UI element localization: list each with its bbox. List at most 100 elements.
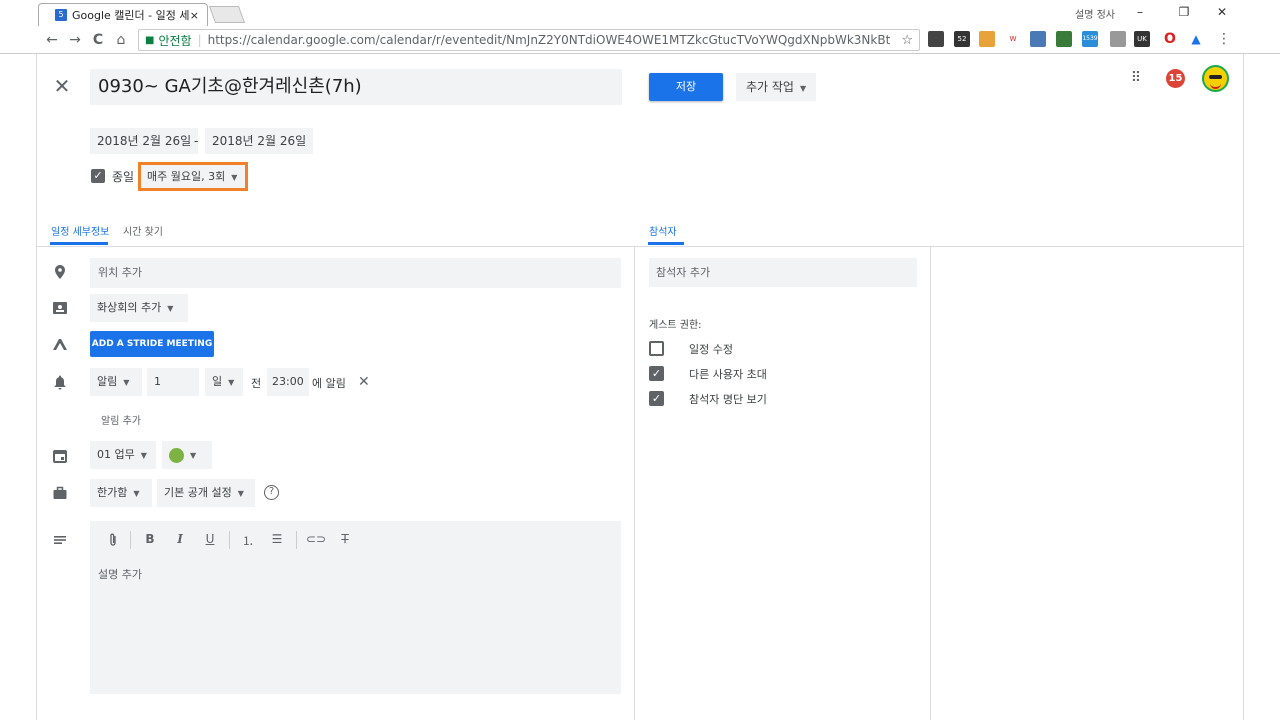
tab-close-icon[interactable]: × [190,9,199,22]
location-input[interactable]: 위치 추가 [90,258,621,288]
w-extension-icon[interactable]: w [1005,31,1021,47]
permission-label: 일정 수정 [689,343,733,356]
extension-icon[interactable] [1110,31,1126,47]
restore-icon[interactable]: ❐ [1174,2,1194,22]
url-field[interactable]: ■ 안전함 | https://calendar.google.com/cale… [138,29,920,51]
opera-extension-icon[interactable]: O [1162,31,1178,47]
extension-badge-icon[interactable]: 52 [954,31,970,47]
chevron-down-icon: ▼ [133,489,140,498]
url-text: https://calendar.google.com/calendar/r/e… [207,33,891,47]
browser-menu-icon[interactable]: ⋮ [1216,31,1232,47]
chevron-down-icon: ▼ [123,378,130,387]
end-date-field[interactable]: 2018년 2월 26일 [205,128,314,154]
add-stride-meeting-button[interactable]: ADD A STRIDE MEETING [90,331,214,357]
notification-type-value: 알림 [97,375,118,388]
extension-icon[interactable] [1056,31,1072,47]
add-conference-select[interactable]: 화상회의 추가 ▼ [90,294,188,322]
close-icon[interactable]: ✕ [52,76,72,96]
extension-uk-icon[interactable]: UK [1134,31,1150,47]
visibility-select[interactable]: 기본 공개 설정 ▼ [157,479,255,507]
underline-icon[interactable]: U [201,532,219,546]
more-actions-button[interactable]: 추가 작업 ▼ [736,73,816,101]
notification-unit-select[interactable]: 일 ▼ [205,368,243,396]
minimize-icon[interactable]: – [1130,2,1150,22]
bullet-list-icon[interactable]: ☰ [268,532,286,546]
event-title-input[interactable]: 0930~ GA기초@한겨레신촌(7h) [90,69,622,105]
forward-icon[interactable]: → [65,31,85,49]
tab-event-details[interactable]: 일정 세부정보 [51,223,109,238]
calendar-name: 01 업무 [97,448,135,461]
analytics-extension-icon[interactable] [979,31,995,47]
active-tab-indicator [648,242,684,245]
busy-status-select[interactable]: 한가함 ▼ [90,479,152,507]
extension-arrow-icon[interactable]: ▲ [1188,31,1204,47]
close-window-icon[interactable]: ✕ [1212,2,1232,22]
chevron-down-icon: ▼ [231,173,238,182]
notification-unit-value: 일 [212,375,223,388]
remove-notification-icon[interactable]: ✕ [358,374,370,390]
chevron-down-icon: ▼ [190,451,197,460]
tab-find-time[interactable]: 시간 찾기 [123,223,163,238]
clear-formatting-icon[interactable]: T [336,532,354,546]
secure-label: 안전함 [158,33,192,48]
chevron-down-icon: ▼ [799,84,807,93]
extension-icon[interactable] [928,31,944,47]
printer-extension-icon[interactable] [1030,31,1046,47]
notification-suffix-label: 에 알림 [312,377,346,390]
tab-guests[interactable]: 참석자 [649,223,677,238]
before-label: 전 [251,377,262,390]
notification-type-select[interactable]: 알림 ▼ [90,368,142,396]
permission-see-guest-list-checkbox[interactable]: ✓ [649,391,664,406]
notification-time-input[interactable]: 23:00 [267,368,309,396]
permission-label: 다른 사용자 초대 [689,368,767,381]
recurrence-value: 매주 월요일, 3회 [147,170,226,183]
chevron-down-icon: ▼ [228,378,235,387]
bold-icon[interactable]: B [141,532,159,546]
numbered-list-icon[interactable]: ⒈ [239,532,257,549]
bookmark-star-icon[interactable]: ☆ [901,33,913,48]
help-icon[interactable]: ? [264,485,279,500]
stride-logo-icon [52,336,68,352]
reload-icon[interactable]: C [88,31,108,49]
browser-user-label[interactable]: 설명 정사 [1075,6,1115,21]
all-day-checkbox[interactable]: ✓ [91,169,105,183]
toolbar-separator [130,531,131,549]
notification-amount-input[interactable]: 1 [147,368,199,396]
italic-icon[interactable]: I [171,532,189,546]
tab-title: Google 캘린더 - 일정 세 [72,9,190,22]
location-pin-icon [52,264,68,280]
toolbar-separator [296,531,297,549]
attachment-icon[interactable] [104,532,122,551]
back-icon[interactable]: ← [42,31,62,49]
chevron-down-icon: ▼ [237,489,244,498]
home-icon[interactable]: ⌂ [111,31,131,49]
apps-grid-icon[interactable]: ⠿ [1126,68,1146,88]
permission-label: 참석자 명단 보기 [689,393,767,406]
permission-modify-event-checkbox[interactable] [649,341,664,356]
description-editor[interactable] [90,521,621,694]
all-day-label: 종일 [112,170,135,184]
divider [930,247,931,720]
browser-tab[interactable]: 5 Google 캘린더 - 일정 세 × [38,3,208,26]
calendar-icon [52,448,68,464]
calendar-favicon-icon: 5 [55,9,67,21]
busy-status-value: 한가함 [97,486,128,499]
extension-count-icon[interactable]: 1539 [1082,31,1098,47]
calendar-select[interactable]: 01 업무 ▼ [90,441,156,469]
event-color-select[interactable]: ▼ [162,441,212,469]
save-button[interactable]: 저장 [649,73,723,101]
description-lines-icon [52,532,68,548]
conference-icon [52,300,68,316]
link-icon[interactable]: ⊂⊃ [306,532,326,546]
add-guests-input[interactable]: 참석자 추가 [649,258,917,287]
avatar[interactable] [1202,65,1229,92]
add-notification-link[interactable]: 알림 추가 [101,412,141,427]
description-placeholder: 설명 추가 [98,568,142,581]
recurrence-select[interactable]: 매주 월요일, 3회 ▼ [138,162,248,191]
start-date-field[interactable]: 2018년 2월 26일 [90,128,199,154]
new-tab-button[interactable] [208,6,246,23]
permission-invite-others-checkbox[interactable]: ✓ [649,366,664,381]
briefcase-icon [52,485,68,501]
add-conference-label: 화상회의 추가 [97,301,162,314]
notification-badge[interactable]: 15 [1166,69,1185,88]
